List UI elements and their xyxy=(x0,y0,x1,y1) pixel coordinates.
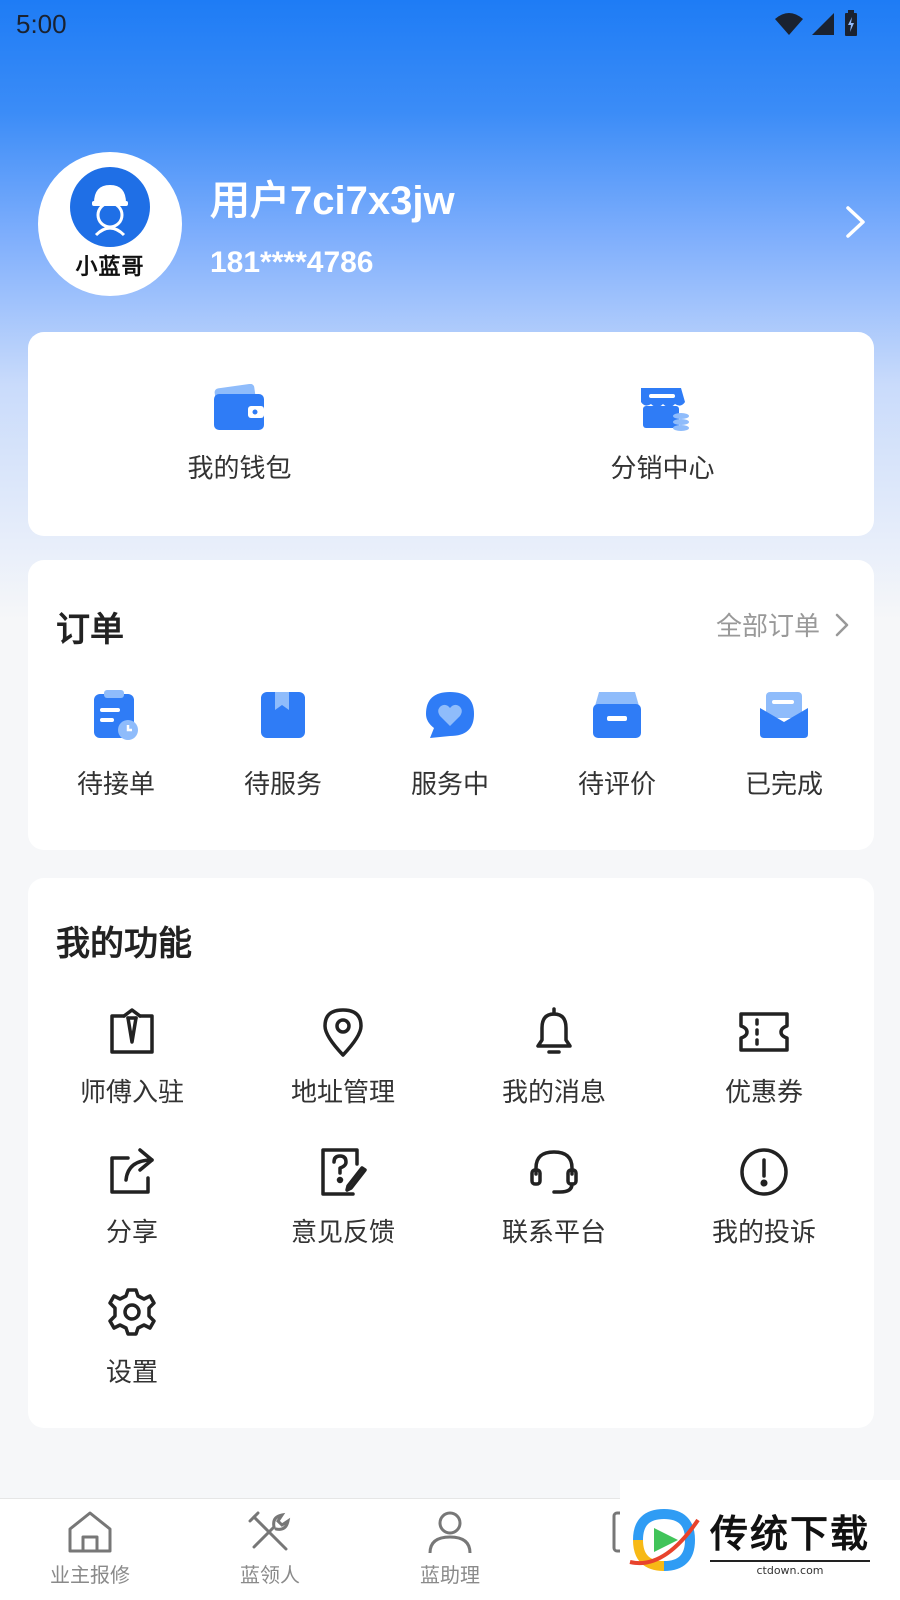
func-contact[interactable]: 联系平台 xyxy=(464,1146,644,1249)
coupon-icon xyxy=(739,1012,789,1052)
bell-icon xyxy=(536,1007,572,1054)
func-coupons[interactable]: 优惠券 xyxy=(674,1006,854,1109)
tab-owner-repair-label: 业主报修 xyxy=(50,1563,130,1587)
in-service-icon xyxy=(426,692,474,738)
gear-icon xyxy=(108,1288,156,1336)
func-messages[interactable]: 我的消息 xyxy=(464,1006,644,1109)
avatar-logo-text: 小蓝哥 xyxy=(75,255,145,280)
order-completed[interactable]: 已完成 xyxy=(704,690,864,801)
complaint-icon xyxy=(740,1148,788,1196)
all-orders-link[interactable]: 全部订单 xyxy=(716,606,850,643)
pending-accept-icon xyxy=(94,690,138,740)
order-pending-accept[interactable]: 待接单 xyxy=(36,690,196,801)
chevron-right-icon xyxy=(835,613,849,636)
status-bar: 5:00 xyxy=(0,0,900,50)
signal-icon xyxy=(812,13,834,35)
order-pending-review-label: 待评价 xyxy=(577,770,656,800)
person-icon xyxy=(428,1511,472,1554)
watermark-logo-icon xyxy=(629,1508,700,1571)
wallet-button[interactable]: 我的钱包 xyxy=(28,332,451,536)
func-worker-register[interactable]: 师傅入驻 xyxy=(42,1006,222,1109)
wifi-icon xyxy=(775,13,803,35)
func-share-label: 分享 xyxy=(105,1218,158,1248)
order-pending-review[interactable]: 待评价 xyxy=(537,690,697,801)
order-pending-service-label: 待服务 xyxy=(243,770,322,800)
func-worker-register-label: 师傅入驻 xyxy=(79,1078,184,1108)
worker-register-icon xyxy=(110,1008,154,1054)
distribution-center-button[interactable]: 分销中心 xyxy=(451,332,874,536)
func-complaints[interactable]: 我的投诉 xyxy=(674,1146,854,1249)
func-messages-label: 我的消息 xyxy=(501,1078,606,1108)
func-coupons-label: 优惠券 xyxy=(724,1078,803,1108)
location-pin-icon xyxy=(323,1008,363,1057)
func-settings-label: 设置 xyxy=(105,1358,158,1388)
order-pending-service[interactable]: 待服务 xyxy=(203,690,363,801)
status-time: 5:00 xyxy=(16,9,67,39)
functions-title: 我的功能 xyxy=(56,924,192,964)
order-pending-accept-label: 待接单 xyxy=(76,770,155,800)
order-in-service-label: 服务中 xyxy=(410,770,489,800)
tab-blue-collar-label: 蓝领人 xyxy=(240,1563,300,1587)
orders-card: 订单 全部订单 待接单 待服务 服务中 待评价 已完成 xyxy=(28,560,874,850)
username: 用户7ci7x3jw xyxy=(210,179,455,223)
order-completed-label: 已完成 xyxy=(744,770,823,800)
completed-icon xyxy=(760,692,808,738)
distribution-center-label: 分销中心 xyxy=(610,453,715,484)
watermark-title: 传统下载 xyxy=(710,1512,871,1556)
func-contact-label: 联系平台 xyxy=(501,1218,606,1248)
avatar-logo-icon xyxy=(70,167,150,247)
distribution-store-icon xyxy=(640,387,689,431)
profile-header[interactable]: 小蓝哥 用户7ci7x3jw 181****4786 xyxy=(38,152,868,296)
wallet-card: 我的钱包 分销中心 xyxy=(28,332,874,536)
wallet-label: 我的钱包 xyxy=(187,453,292,484)
all-orders-label: 全部订单 xyxy=(715,612,820,642)
orders-title: 订单 xyxy=(56,610,124,650)
wallet-icon xyxy=(213,383,264,430)
watermark: 传统下载 ctdown.com xyxy=(620,1480,900,1600)
functions-card: 我的功能 师傅入驻 地址管理 我的消息 优惠券 分享 意见反馈 联系平台 我的投… xyxy=(28,878,874,1428)
func-feedback[interactable]: 意见反馈 xyxy=(253,1146,433,1249)
chevron-right-icon[interactable] xyxy=(844,204,868,240)
feedback-icon xyxy=(321,1148,367,1196)
tab-owner-repair[interactable]: 业主报修 xyxy=(15,1509,165,1588)
headset-icon xyxy=(530,1150,578,1194)
pending-review-icon xyxy=(593,692,641,738)
phone-number: 181****4786 xyxy=(210,246,374,279)
tools-icon xyxy=(248,1511,291,1551)
watermark-url: ctdown.com xyxy=(710,1560,871,1577)
avatar[interactable]: 小蓝哥 xyxy=(38,152,182,296)
tab-blue-collar[interactable]: 蓝领人 xyxy=(195,1509,345,1588)
pending-service-icon xyxy=(261,692,305,738)
func-feedback-label: 意见反馈 xyxy=(290,1218,395,1248)
home-icon xyxy=(68,1511,112,1553)
func-share[interactable]: 分享 xyxy=(42,1146,222,1249)
func-address[interactable]: 地址管理 xyxy=(253,1006,433,1109)
func-settings[interactable]: 设置 xyxy=(42,1286,222,1389)
battery-icon xyxy=(845,10,857,36)
func-address-label: 地址管理 xyxy=(290,1078,395,1108)
share-icon xyxy=(110,1148,154,1194)
status-icons xyxy=(774,10,860,38)
func-complaints-label: 我的投诉 xyxy=(711,1218,816,1248)
tab-assistant[interactable]: 蓝助理 xyxy=(375,1509,525,1588)
order-in-service[interactable]: 服务中 xyxy=(370,690,530,801)
tab-assistant-label: 蓝助理 xyxy=(420,1563,480,1587)
